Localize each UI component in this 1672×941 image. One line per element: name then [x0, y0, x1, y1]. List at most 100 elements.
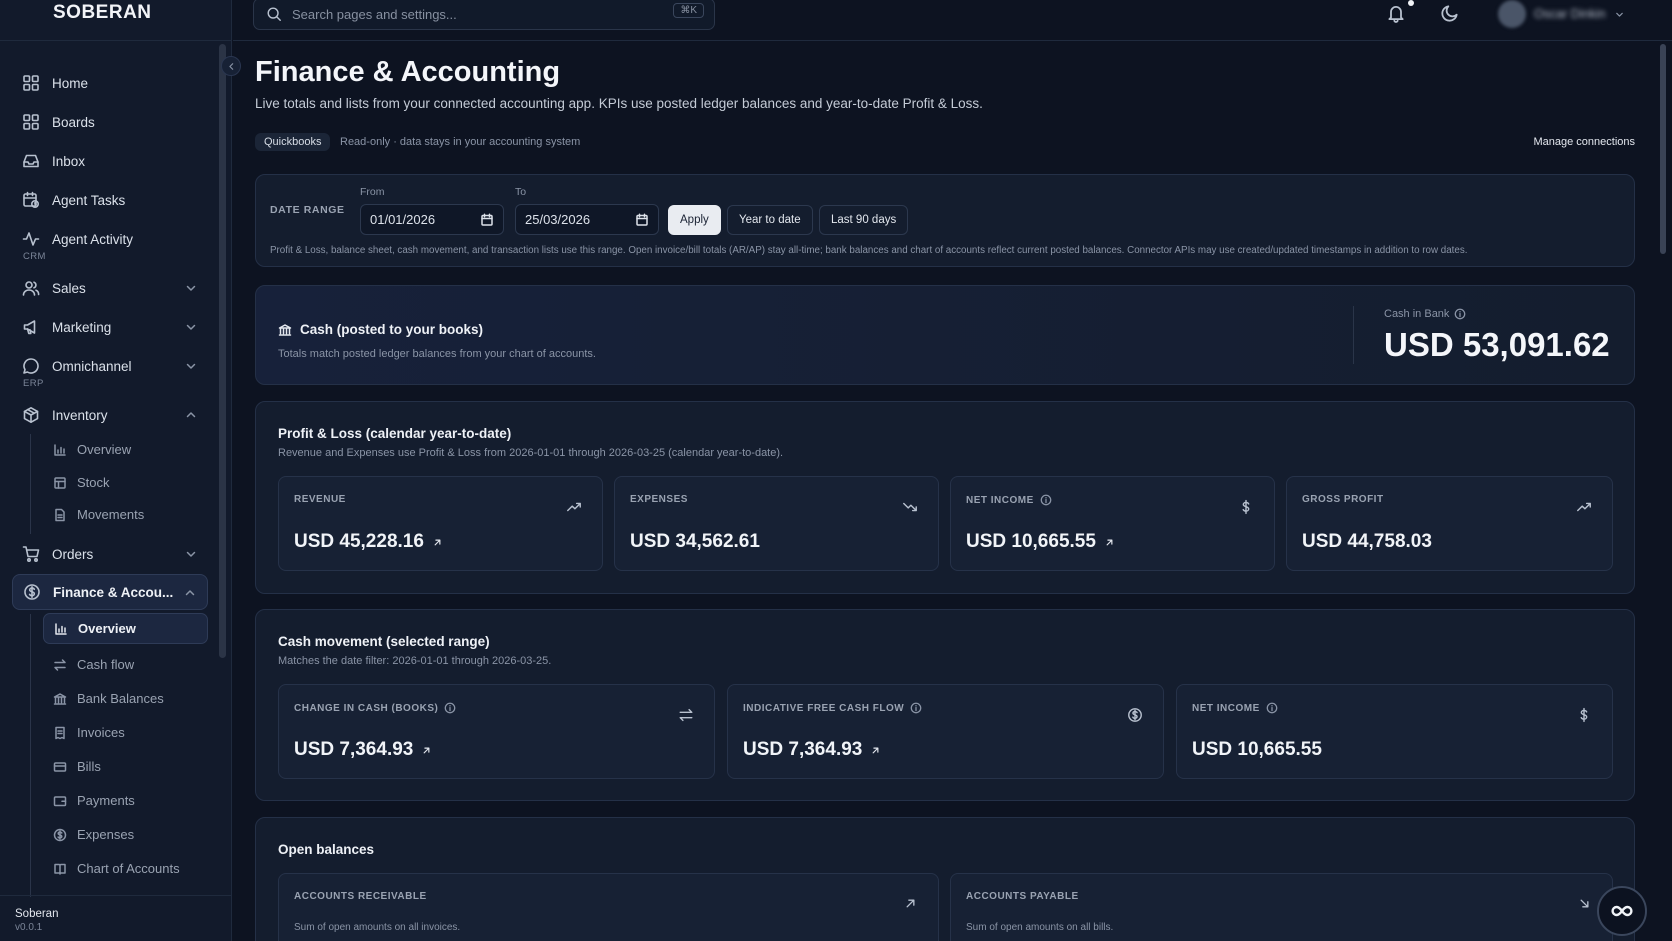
- notifications-bell-icon[interactable]: [1386, 3, 1406, 23]
- pnl-subtitle: Revenue and Expenses use Profit & Loss f…: [278, 447, 784, 459]
- sidebar-subitem-movements[interactable]: Movements: [43, 499, 208, 530]
- sidebar-subitem-bank-balances[interactable]: Bank Balances: [43, 683, 208, 714]
- arrows-swap-icon: [53, 658, 67, 672]
- kpi-accounts-receivable[interactable]: ACCOUNTS RECEIVABLE Sum of open amounts …: [278, 873, 939, 941]
- chevron-left-icon: [226, 61, 237, 72]
- info-icon[interactable]: [1454, 308, 1466, 320]
- sidebar-subitem-payments[interactable]: Payments: [43, 785, 208, 816]
- external-link-arrow-icon[interactable]: [421, 745, 432, 756]
- calendar-icon[interactable]: [480, 213, 494, 227]
- user-menu[interactable]: Oscar Dinkin: [1498, 0, 1625, 28]
- bar-chart-icon: [54, 622, 68, 636]
- sidebar-subitem-label: Cash flow: [77, 657, 135, 672]
- sidebar-subitem-cash-flow[interactable]: Cash flow: [43, 649, 208, 680]
- sidebar-item-label: Inbox: [52, 153, 86, 169]
- section-label-crm: CRM: [23, 251, 46, 262]
- keyboard-shortcut-badge: ⌘K: [673, 3, 704, 18]
- sidebar-item-orders[interactable]: Orders: [12, 536, 208, 572]
- kpi-gross-profit[interactable]: GROSS PROFIT USD 44,758.03: [1286, 476, 1613, 571]
- info-icon[interactable]: [444, 702, 456, 714]
- sidebar-item-boards[interactable]: Boards: [12, 104, 208, 140]
- wallet-icon: [53, 794, 67, 808]
- sidebar-subitem-invoices[interactable]: Invoices: [43, 717, 208, 748]
- book-icon: [53, 862, 67, 876]
- kpi-net-income[interactable]: NET INCOME USD 10,665.55: [950, 476, 1275, 571]
- sidebar-subitem-label: Stock: [77, 475, 110, 490]
- dollar-icon: [1238, 499, 1254, 515]
- external-link-arrow-icon[interactable]: [432, 537, 443, 548]
- info-icon[interactable]: [910, 702, 922, 714]
- kpi-label-text: INDICATIVE FREE CASH FLOW: [743, 702, 905, 714]
- kpi-value: USD 10,665.55: [1192, 739, 1322, 761]
- sidebar-item-home[interactable]: Home: [12, 65, 208, 101]
- search-input[interactable]: [292, 6, 662, 22]
- kpi-accounts-payable[interactable]: ACCOUNTS PAYABLE Sum of open amounts on …: [950, 873, 1613, 941]
- sidebar-scrollbar[interactable]: [219, 44, 226, 658]
- open-balances-title: Open balances: [278, 842, 375, 857]
- kpi-change-in-cash[interactable]: CHANGE IN CASH (BOOKS) USD 7,364.93: [278, 684, 715, 779]
- cash-movement-title: Cash movement (selected range): [278, 634, 490, 649]
- sidebar-item-finance[interactable]: Finance & Accou...: [12, 574, 208, 610]
- info-icon[interactable]: [1266, 702, 1278, 714]
- kpi-value-text: USD 34,562.61: [630, 531, 760, 552]
- date-range-label: DATE RANGE: [270, 204, 345, 216]
- sidebar-subitem-bills[interactable]: Bills: [43, 751, 208, 782]
- sidebar-item-inbox[interactable]: Inbox: [12, 143, 208, 179]
- kpi-expenses[interactable]: EXPENSES USD 34,562.61: [614, 476, 939, 571]
- home-grid-icon: [22, 74, 40, 92]
- kpi-net-income-cash[interactable]: NET INCOME USD 10,665.55: [1176, 684, 1613, 779]
- last-90-days-button[interactable]: Last 90 days: [819, 205, 909, 235]
- users-icon: [22, 279, 40, 297]
- package-icon: [22, 406, 40, 424]
- main-scrollbar[interactable]: [1660, 44, 1666, 254]
- notification-dot: [1408, 0, 1414, 6]
- pnl-title: Profit & Loss (calendar year-to-date): [278, 426, 512, 441]
- year-to-date-button[interactable]: Year to date: [727, 205, 813, 235]
- kpi-revenue[interactable]: REVENUE USD 45,228.16: [278, 476, 603, 571]
- external-link-arrow-icon[interactable]: [870, 745, 881, 756]
- kpi-label: NET INCOME: [966, 494, 1052, 506]
- sidebar-item-label: Home: [52, 75, 89, 91]
- sidebar-item-agent-tasks[interactable]: Agent Tasks: [12, 182, 208, 218]
- app-version: v0.0.1: [15, 922, 43, 933]
- sidebar-subitem-finance-overview[interactable]: Overview: [43, 613, 208, 644]
- sidebar-item-label: Inventory: [52, 407, 108, 423]
- external-link-arrow-icon[interactable]: [1104, 537, 1115, 548]
- chevron-down-icon: [184, 281, 198, 295]
- sidebar-collapse-button[interactable]: [221, 56, 241, 76]
- from-date-input[interactable]: 01/01/2026: [360, 204, 504, 235]
- sidebar-subitem-label: Expenses: [77, 827, 135, 842]
- sidebar-item-inventory[interactable]: Inventory: [12, 397, 208, 433]
- apply-button[interactable]: Apply: [668, 205, 721, 235]
- sidebar-subitem-stock[interactable]: Stock: [43, 467, 208, 498]
- info-icon[interactable]: [1040, 494, 1052, 506]
- cash-in-bank-label: Cash in Bank: [1384, 308, 1466, 320]
- to-date-input[interactable]: 25/03/2026: [515, 204, 659, 235]
- sidebar-subitem-expenses[interactable]: Expenses: [43, 819, 208, 850]
- cash-movement-card: Cash movement (selected range) Matches t…: [255, 609, 1635, 801]
- kpi-free-cash-flow[interactable]: INDICATIVE FREE CASH FLOW USD 7,364.93: [727, 684, 1164, 779]
- cart-icon: [22, 545, 40, 563]
- chevron-up-icon: [183, 586, 197, 600]
- cash-title-text: Cash (posted to your books): [300, 322, 484, 337]
- sidebar-subitem-label: Chart of Accounts: [77, 861, 180, 876]
- sidebar-item-marketing[interactable]: Marketing: [12, 309, 208, 345]
- sidebar-footer: Soberan v0.0.1: [0, 895, 232, 941]
- calendar-icon[interactable]: [635, 213, 649, 227]
- profit-loss-card: Profit & Loss (calendar year-to-date) Re…: [255, 401, 1635, 594]
- arrow-up-right-icon: [903, 896, 918, 911]
- boards-grid-icon: [22, 113, 40, 131]
- sidebar-item-sales[interactable]: Sales: [12, 270, 208, 306]
- sidebar-subitem-chart-of-accounts[interactable]: Chart of Accounts: [43, 853, 208, 884]
- sidebar-subitem-inventory-overview[interactable]: Overview: [43, 434, 208, 465]
- theme-toggle-moon-icon[interactable]: [1440, 3, 1460, 23]
- chevron-up-icon: [184, 408, 198, 422]
- sidebar-nav: Home Boards Inbox Agent Tasks Agent Acti…: [12, 52, 218, 897]
- kpi-description: Sum of open amounts on all invoices.: [294, 922, 461, 933]
- megaphone-icon: [22, 318, 40, 336]
- assistant-fab-button[interactable]: [1597, 886, 1647, 936]
- dollar-circle-icon: [53, 828, 67, 842]
- avatar: [1498, 0, 1526, 28]
- kpi-value-text: USD 10,665.55: [966, 531, 1096, 552]
- manage-connections-link[interactable]: Manage connections: [1533, 136, 1635, 148]
